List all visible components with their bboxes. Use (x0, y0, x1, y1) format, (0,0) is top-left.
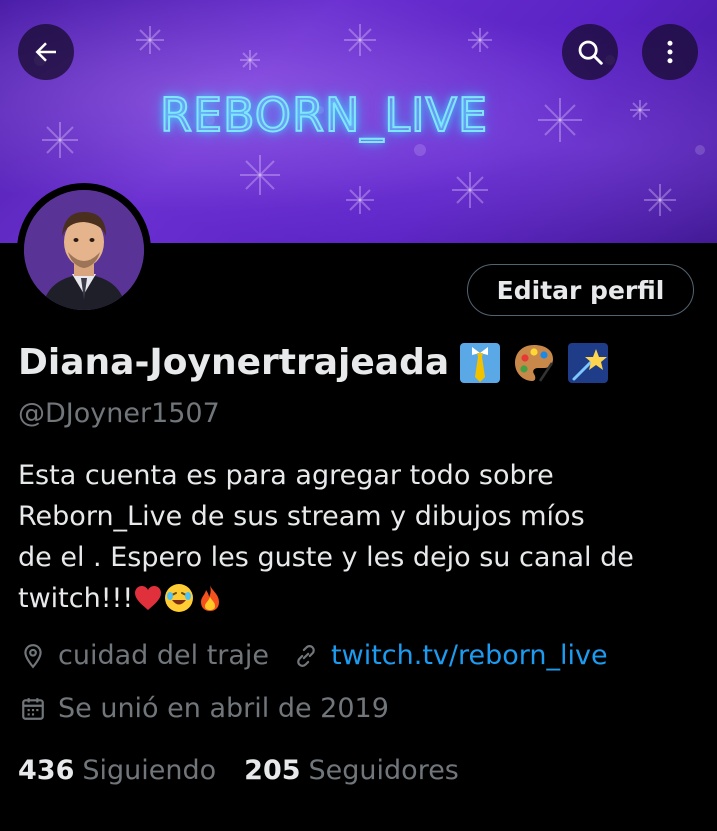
followers-count: 205 (244, 755, 301, 786)
avatar[interactable] (24, 190, 144, 310)
back-button[interactable] (18, 24, 74, 80)
website-link[interactable]: twitch.tv/reborn_live (331, 640, 608, 671)
location-text: cuidad del traje (58, 640, 270, 671)
following-count: 436 (18, 755, 75, 786)
joined-row: Se unió en abril de 2019 (18, 693, 389, 724)
bio-line: Reborn_Live de sus stream y dibujos míos (18, 501, 585, 532)
avatar-frame[interactable] (17, 183, 151, 317)
display-name-text: Diana-Joynertrajeada (18, 342, 450, 383)
red-heart-emoji (135, 586, 162, 610)
bio-line: de el . Espero les guste y les dejo su c… (18, 542, 634, 573)
joined-date: Se unió en abril de 2019 (58, 693, 389, 724)
name-emojis (451, 338, 613, 388)
calendar-icon (18, 694, 48, 724)
following-stat[interactable]: 436 Siguiendo (18, 755, 216, 786)
search-icon (578, 40, 603, 65)
bio-line-last: twitch!!! (18, 578, 698, 619)
display-name: Diana-Joynertrajeada (18, 338, 613, 388)
shooting-star-emoji (563, 338, 613, 388)
more-options-button[interactable] (642, 24, 698, 80)
bio-line-text: twitch!!! (18, 583, 134, 614)
location-item: cuidad del traje (18, 640, 269, 671)
location-pin-icon (18, 641, 48, 671)
following-label: Siguiendo (82, 755, 217, 786)
bio-emojis (133, 582, 225, 614)
followers-label: Seguidores (308, 755, 459, 786)
palette-emoji (509, 338, 559, 388)
more-vertical-icon (667, 40, 673, 64)
fire-emoji (201, 585, 220, 611)
profile-meta-row: cuidad del traje twitch.tv/reborn_live (18, 640, 608, 671)
profile-bio: Esta cuenta es para agregar todo sobre R… (18, 455, 698, 619)
edit-profile-button[interactable]: Editar perfil (467, 264, 694, 316)
rolling-laughing-emoji (165, 584, 194, 612)
user-handle: @DJoyner1507 (18, 398, 220, 429)
search-button[interactable] (562, 24, 618, 80)
profile-photo (24, 190, 144, 310)
banner-title: REBORN_LIVE (159, 88, 489, 142)
necktie-emoji (455, 338, 505, 388)
bio-line: Esta cuenta es para agregar todo sobre (18, 460, 554, 491)
followers-stat[interactable]: 205 Seguidores (244, 755, 459, 786)
arrow-left-icon (35, 42, 56, 62)
website-item[interactable]: twitch.tv/reborn_live (291, 640, 608, 671)
link-icon (291, 641, 321, 671)
follow-stats: 436 Siguiendo 205 Seguidores (18, 755, 459, 786)
